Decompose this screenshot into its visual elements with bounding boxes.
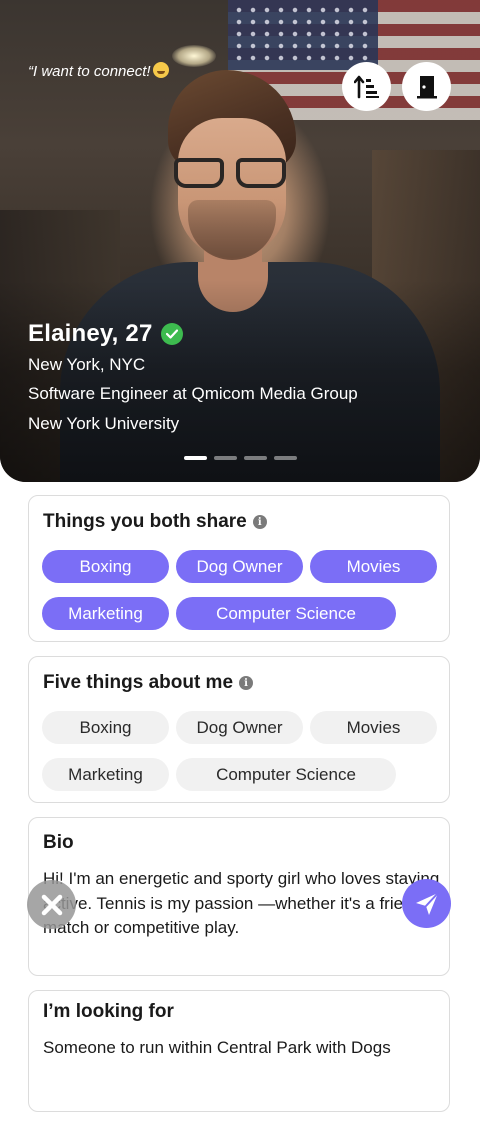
sort-button[interactable]: [342, 62, 391, 111]
bio-title: Bio: [43, 832, 74, 853]
exit-door-icon: [416, 75, 437, 98]
profile-name: Elainey, 27: [28, 320, 153, 347]
info-icon[interactable]: i: [239, 676, 254, 690]
about-tag: Dog Owner: [176, 711, 303, 744]
sort-ascending-icon: [353, 75, 379, 98]
photo-dot[interactable]: [274, 456, 297, 460]
photo-dot[interactable]: [214, 456, 237, 460]
looking-for-card: I’m looking for Someone to run within Ce…: [28, 990, 450, 1112]
five-things-card: Five things about me i Boxing Dog Owner …: [28, 656, 450, 803]
bio-text: Hi! I'm an energetic and sporty girl who…: [43, 869, 440, 937]
shared-tag[interactable]: Computer Science: [176, 597, 396, 630]
verified-badge-icon: [160, 323, 183, 345]
send-icon: [415, 891, 439, 915]
looking-for-title: I’m looking for: [43, 1001, 174, 1022]
shared-tag[interactable]: Dog Owner: [176, 550, 303, 583]
shared-interests-title: Things you both share: [43, 511, 247, 532]
about-tag: Marketing: [42, 758, 169, 791]
five-things-title: Five things about me: [43, 672, 234, 693]
profile-city: New York, NYC: [28, 355, 146, 374]
profile-photo[interactable]: “I want to connect! Elainey, 27 New York…: [0, 0, 480, 482]
photo-pagination[interactable]: [184, 456, 297, 460]
person-glasses: [174, 158, 288, 190]
shared-tag[interactable]: Movies: [310, 550, 437, 583]
shared-interests-card: Things you both share i Boxing Dog Owner…: [28, 495, 450, 642]
dismiss-button[interactable]: [27, 880, 76, 929]
profile-job: Software Engineer at Qmicom Media Group: [28, 384, 358, 403]
profile-name-row: Elainey, 27: [28, 320, 183, 348]
send-message-button[interactable]: [402, 879, 451, 928]
grin-emoji-icon: [152, 62, 169, 78]
about-tag: Computer Science: [176, 758, 396, 791]
bio-card: Bio Hi! I'm an energetic and sporty girl…: [28, 817, 450, 976]
info-icon[interactable]: i: [252, 515, 267, 529]
shared-tag[interactable]: Marketing: [42, 597, 169, 630]
about-tag: Boxing: [42, 711, 169, 744]
leave-button[interactable]: [402, 62, 451, 111]
close-icon: [41, 894, 62, 915]
photo-dot[interactable]: [184, 456, 207, 460]
photo-dot[interactable]: [244, 456, 267, 460]
looking-for-text: Someone to run within Central Park with …: [43, 1038, 391, 1057]
profile-quote: “I want to connect!: [28, 62, 169, 80]
shared-tag[interactable]: Boxing: [42, 550, 169, 583]
profile-education: New York University: [28, 414, 180, 433]
about-tag: Movies: [310, 711, 437, 744]
